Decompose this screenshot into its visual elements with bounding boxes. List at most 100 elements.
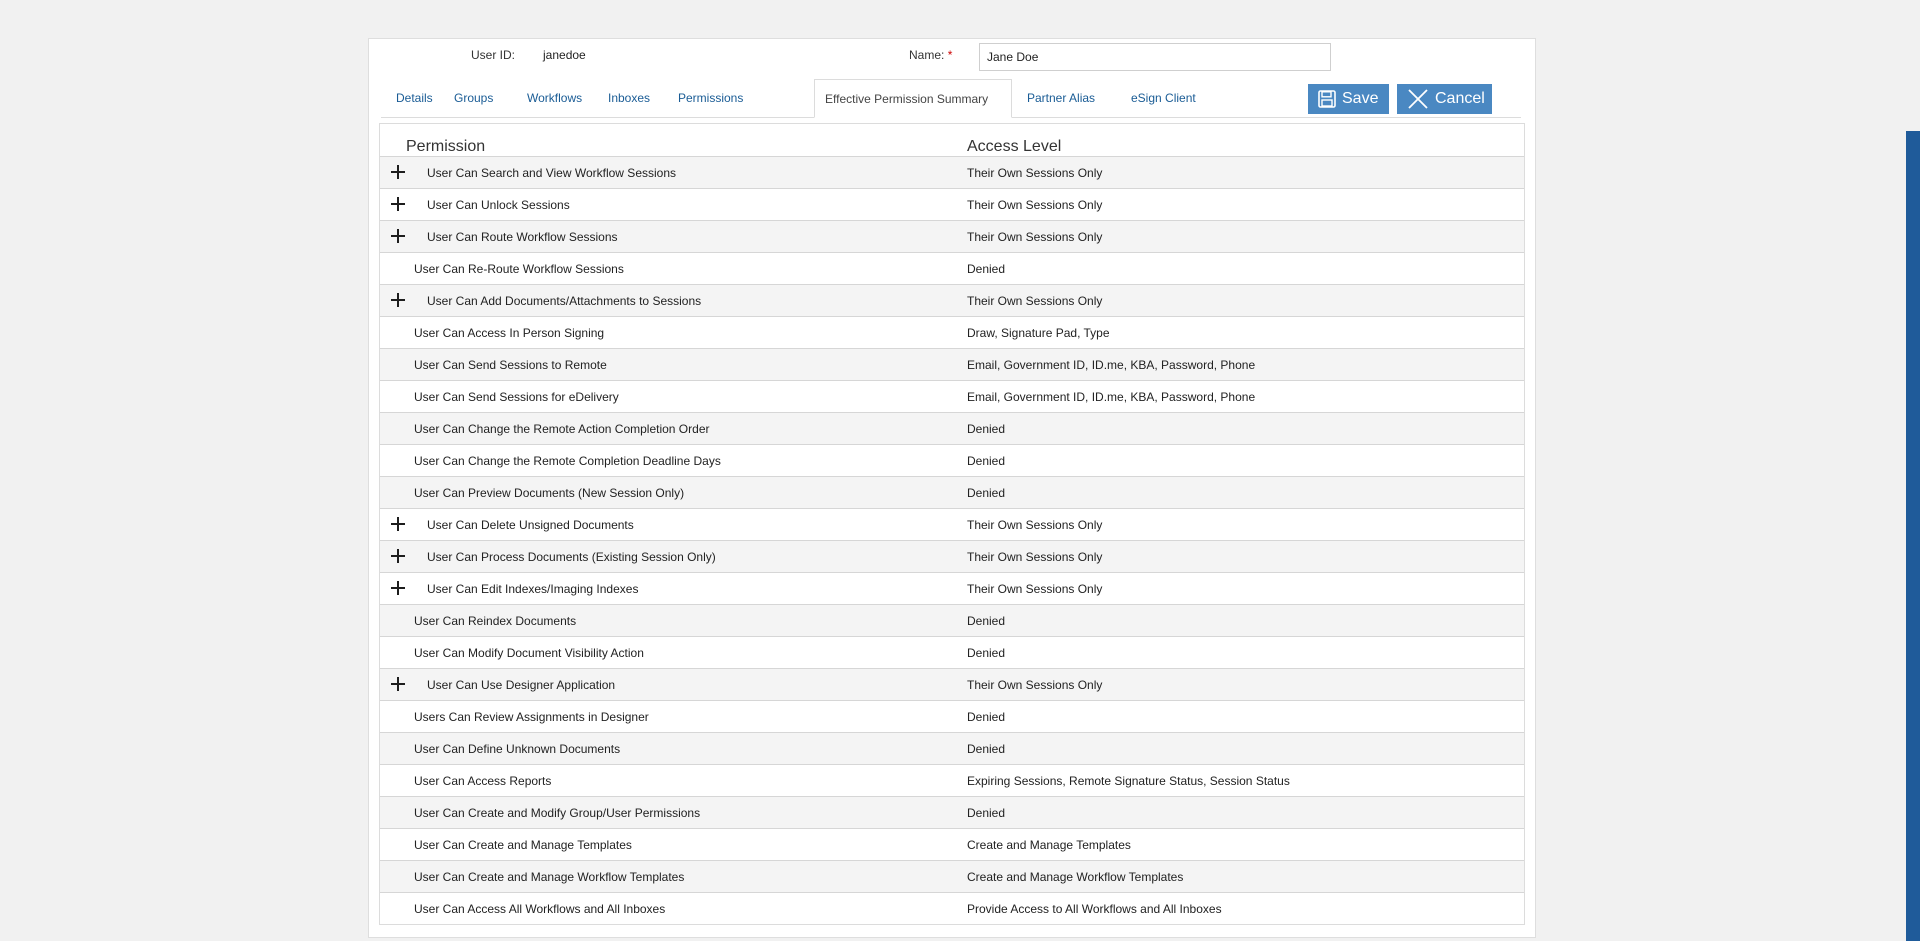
permission-cell: User Can Re-Route Workflow Sessions [414,262,624,276]
table-row: User Can Send Sessions for eDelivery Emai… [380,380,1524,412]
table-row: User Can Reindex Documents Denied [380,604,1524,636]
expand-plus-icon[interactable] [389,546,407,566]
table-row: User Can Create and Manage Workflow Temp… [380,860,1524,892]
expand-plus-icon[interactable] [389,514,407,534]
permission-cell: User Can Unlock Sessions [427,198,570,212]
tab-workflows[interactable]: Workflows [517,79,592,118]
permission-cell: User Can Edit Indexes/Imaging Indexes [427,582,639,596]
access-level-cell: Their Own Sessions Only [967,678,1103,692]
column-header-permission: Permission [406,138,486,155]
permission-cell: User Can Define Unknown Documents [414,742,621,756]
access-level-cell: Provide Access to All Workflows and All … [967,902,1222,916]
permission-cell: User Can Delete Unsigned Documents [427,518,634,532]
expand-plus-icon[interactable] [389,162,407,182]
table-row: Users Can Review Assignments in Designer… [380,700,1524,732]
permission-cell: User Can Add Documents/Attachments to Se… [427,294,702,308]
access-level-cell: Denied [967,742,1006,756]
table-row: User Can Edit Indexes/Imaging Indexes The… [380,572,1524,604]
table-row: User Can Access Reports Expiring Sessions… [380,764,1524,796]
access-level-cell: Denied [967,486,1006,500]
access-level-cell: Their Own Sessions Only [967,550,1103,564]
permission-cell: User Can Create and Modify Group/User Pe… [414,806,701,820]
permission-cell: User Can Create and Manage Workflow Temp… [414,870,685,884]
table-row: User Can Change the Remote Completion De… [380,444,1524,476]
table-row: User Can Delete Unsigned Documents Their … [380,508,1524,540]
table-row: User Can Define Unknown Documents Denied [380,732,1524,764]
access-level-cell: Email, Government ID, ID.me, KBA, Passwo… [967,358,1256,372]
table-row: User Can Create and Modify Group/User Pe… [380,796,1524,828]
access-level-cell: Expiring Sessions, Remote Signature Stat… [967,774,1290,788]
permission-cell: User Can Access Reports [414,774,552,788]
expand-plus-icon[interactable] [389,194,407,214]
tab-partner-alias[interactable]: Partner Alias [1017,79,1105,118]
access-level-cell: Denied [967,806,1006,820]
access-level-cell: Draw, Signature Pad, Type [967,326,1110,340]
user-id-value: janedoe [543,48,586,62]
floppy-disk-icon [1318,90,1336,108]
access-level-cell: Create and Manage Workflow Templates [967,870,1184,884]
permission-cell: User Can Preview Documents (New Session … [414,486,685,500]
access-level-cell: Denied [967,422,1006,436]
table-row: User Can Send Sessions to Remote Email, G… [380,348,1524,380]
save-button[interactable]: Save [1308,84,1389,114]
name-label: Name: * [909,48,953,62]
permission-cell: User Can Process Documents (Existing Ses… [427,550,716,564]
close-icon [1408,89,1428,109]
permission-cell: User Can Access All Workflows and All In… [414,902,666,916]
required-indicator: * [947,48,953,62]
access-level-cell: Their Own Sessions Only [967,582,1103,596]
access-level-cell: Their Own Sessions Only [967,166,1103,180]
user-edit-panel: User ID: janedoe Name: * Details Groups … [368,38,1536,938]
table-row: User Can Access In Person Signing Draw, S… [380,316,1524,348]
permission-cell: User Can Create and Manage Templates [414,838,632,852]
permission-cell: Users Can Review Assignments in Designer [414,710,649,724]
access-level-cell: Create and Manage Templates [967,838,1131,852]
permission-cell: User Can Modify Document Visibility Acti… [414,646,644,660]
access-level-cell: Denied [967,454,1006,468]
access-level-cell: Their Own Sessions Only [967,518,1103,532]
table-row: User Can Access All Workflows and All In… [380,892,1524,924]
cancel-label: Cancel [1435,90,1485,107]
tab-effective-permission-summary[interactable]: Effective Permission Summary [814,79,1012,118]
access-level-cell: Their Own Sessions Only [967,230,1103,244]
tab-groups[interactable]: Groups [444,79,503,118]
side-scroll-strip [1906,131,1920,941]
table-row: User Can Modify Document Visibility Acti… [380,636,1524,668]
table-row: User Can Search and View Workflow Sessio… [380,156,1524,188]
access-level-cell: Their Own Sessions Only [967,198,1103,212]
save-label: Save [1342,90,1379,107]
table-row: User Can Change the Remote Action Comple… [380,412,1524,444]
access-level-cell: Their Own Sessions Only [967,294,1103,308]
table-row: User Can Use Designer Application Their O… [380,668,1524,700]
permission-cell: User Can Send Sessions for eDelivery [414,390,619,404]
table-row: User Can Create and Manage Templates Crea… [380,828,1524,860]
table-row: User Can Unlock Sessions Their Own Sessio… [380,188,1524,220]
permission-cell: User Can Send Sessions to Remote [414,358,607,372]
column-header-access-level: Access Level [967,138,1062,155]
permission-cell: User Can Search and View Workflow Sessio… [427,166,676,180]
effective-permissions-table: Permission Access Level User Can Search … [379,123,1525,925]
expand-plus-icon[interactable] [389,226,407,246]
table-row: User Can Preview Documents (New Session … [380,476,1524,508]
access-level-cell: Email, Government ID, ID.me, KBA, Passwo… [967,390,1256,404]
expand-plus-icon[interactable] [389,578,407,598]
tab-esign-client[interactable]: eSign Client [1121,79,1206,118]
table-row: User Can Add Documents/Attachments to Se… [380,284,1524,316]
access-level-cell: Denied [967,646,1006,660]
cancel-button[interactable]: Cancel [1397,84,1492,114]
expand-plus-icon[interactable] [389,290,407,310]
tab-inboxes[interactable]: Inboxes [598,79,660,118]
table-header: Permission Access Level [380,124,1524,156]
permission-cell: User Can Access In Person Signing [414,326,605,340]
expand-plus-icon[interactable] [389,674,407,694]
tab-details[interactable]: Details [386,79,443,118]
access-level-cell: Denied [967,262,1006,276]
table-row: User Can Route Workflow Sessions Their Ow… [380,220,1524,252]
table-row: User Can Process Documents (Existing Ses… [380,540,1524,572]
tab-permissions[interactable]: Permissions [668,79,753,118]
permission-cell: User Can Route Workflow Sessions [427,230,618,244]
access-level-cell: Denied [967,614,1006,628]
permission-cell: User Can Reindex Documents [414,614,577,628]
permission-cell: User Can Change the Remote Completion De… [414,454,721,468]
name-field[interactable] [979,43,1331,71]
